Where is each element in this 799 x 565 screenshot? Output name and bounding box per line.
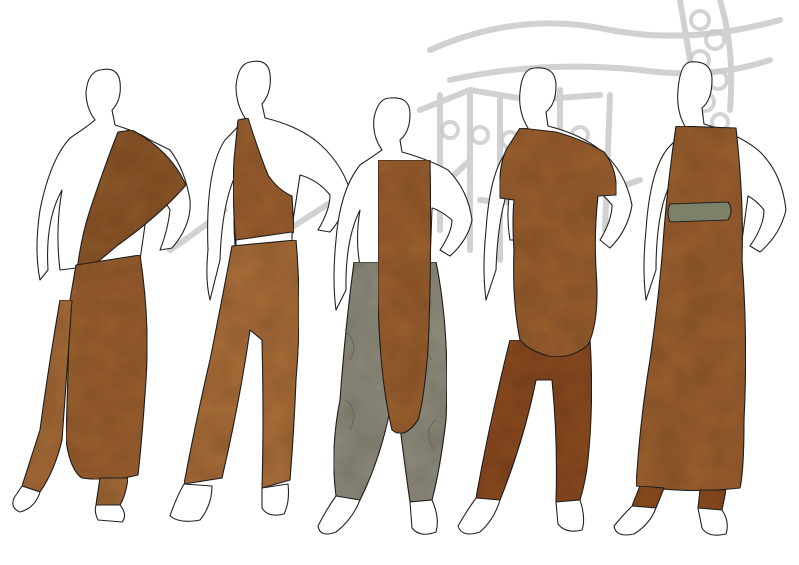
figure-4-feet <box>457 497 585 535</box>
figure-5-belt <box>667 201 732 223</box>
figure-2-trousers <box>183 239 300 489</box>
figure-2-feet <box>169 483 290 522</box>
figure-3 <box>317 97 473 535</box>
figure-5-dress <box>635 125 747 492</box>
figure-1 <box>12 68 191 523</box>
figure-3-panel <box>377 159 432 434</box>
fashion-sketch-canvas <box>0 0 799 565</box>
figure-3-feet <box>317 495 438 535</box>
figure-4-tunic <box>499 127 617 358</box>
figure-2 <box>169 60 351 522</box>
figure-5 <box>613 61 787 536</box>
figure-5-feet <box>613 505 728 536</box>
figure-4-leggings <box>475 339 593 503</box>
figure-1-panel <box>65 254 148 481</box>
illustration <box>12 0 787 536</box>
